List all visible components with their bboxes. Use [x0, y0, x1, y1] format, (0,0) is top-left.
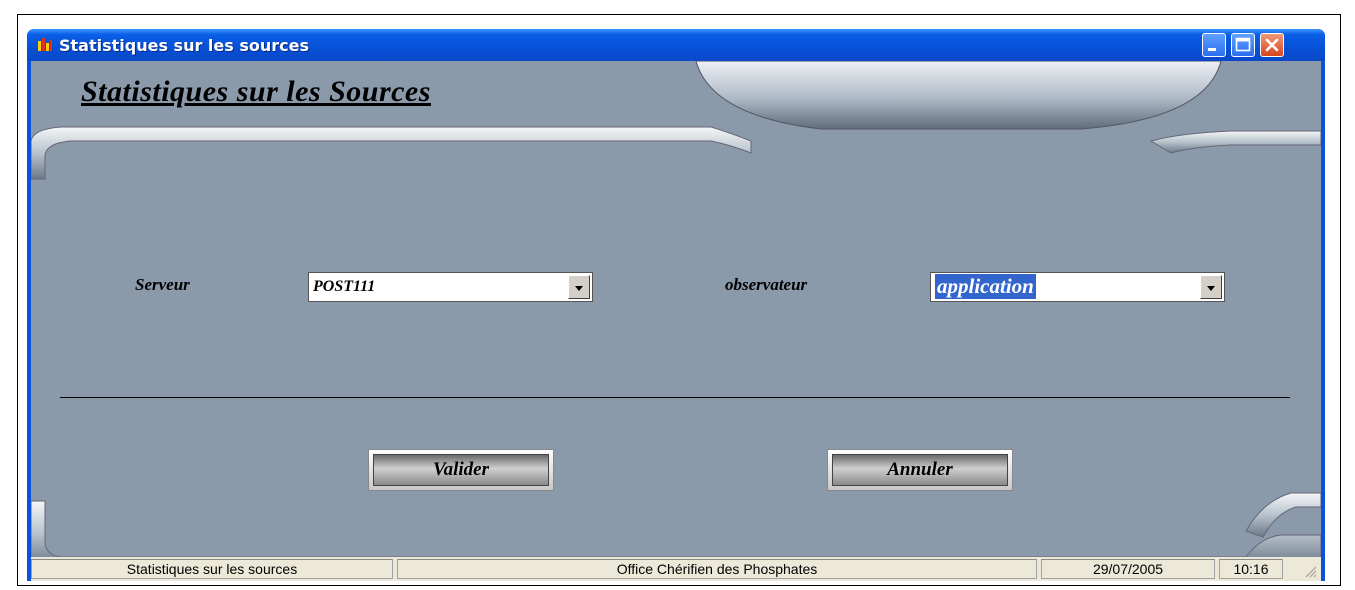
observateur-dropdown-button[interactable] [1200, 275, 1222, 299]
resize-grip-icon[interactable] [1303, 564, 1317, 578]
close-icon [1265, 38, 1279, 52]
status-date: 29/07/2005 [1041, 559, 1215, 579]
serveur-value: POST111 [313, 278, 376, 295]
annuler-button-label: Annuler [832, 454, 1008, 486]
background-decoration [31, 61, 1321, 561]
close-button[interactable] [1260, 33, 1284, 57]
maximize-button[interactable] [1231, 33, 1255, 57]
title-bar[interactable]: Statistiques sur les sources [27, 29, 1325, 61]
bar-chart-icon [38, 38, 52, 51]
serveur-select[interactable]: POST111 [308, 272, 593, 302]
valider-button[interactable]: Valider [368, 449, 554, 491]
separator-line [60, 397, 1290, 398]
status-company: Office Chérifien des Phosphates [397, 559, 1037, 579]
observateur-value: application [935, 274, 1036, 299]
serveur-label: Serveur [135, 275, 190, 294]
client-area: Statistiques sur les Sources Serveur POS… [31, 61, 1321, 581]
valider-button-label: Valider [373, 454, 549, 486]
annuler-button[interactable]: Annuler [827, 449, 1013, 491]
minimize-icon [1208, 48, 1216, 51]
status-time: 10:16 [1219, 559, 1283, 579]
serveur-dropdown-button[interactable] [568, 275, 590, 299]
status-form-name: Statistiques sur les sources [31, 559, 393, 579]
status-bar: Statistiques sur les sources Office Chér… [31, 557, 1321, 581]
maximize-icon [1235, 37, 1251, 52]
minimize-button[interactable] [1202, 33, 1226, 57]
observateur-label: observateur [725, 275, 808, 294]
observateur-select[interactable]: application [930, 272, 1225, 302]
page-title: Statistiques sur les Sources [81, 75, 431, 108]
app-window: Statistiques sur les sources Statistique… [27, 29, 1325, 581]
window-title: Statistiques sur les sources [59, 36, 310, 55]
